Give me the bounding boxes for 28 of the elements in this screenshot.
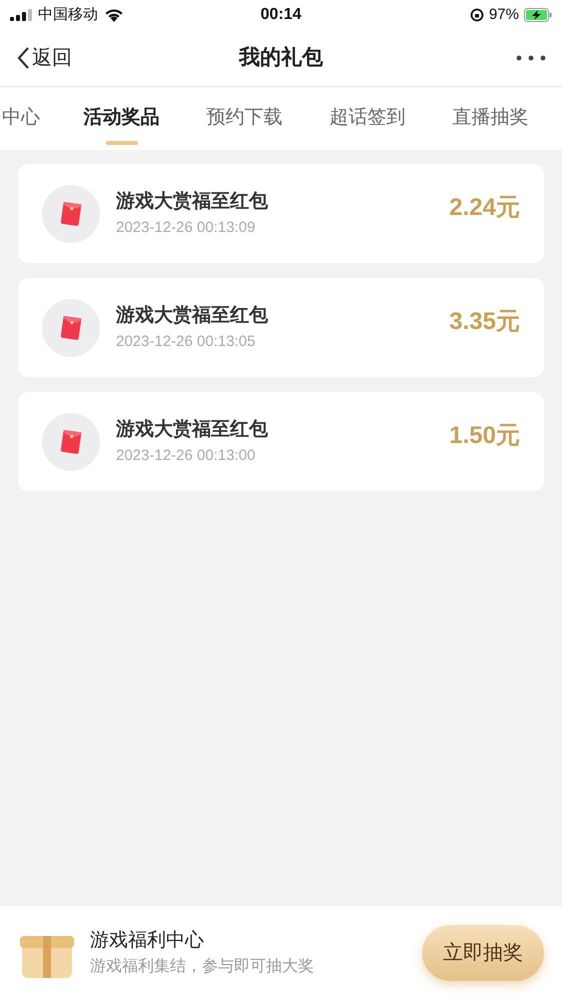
prize-name: 游戏大赏福至红包 <box>116 190 269 214</box>
prize-amount: 1.50元 <box>449 420 520 450</box>
battery-percent: 97% <box>488 4 519 25</box>
draw-now-button[interactable]: 立即抽奖 <box>422 925 544 981</box>
banner-subtitle: 游戏福利集结，参与即可抽大奖 <box>90 956 315 978</box>
back-button[interactable]: 返回 <box>16 43 96 73</box>
prize-time: 2023-12-26 00:13:00 <box>116 446 256 466</box>
prize-time: 2023-12-26 00:13:09 <box>116 218 256 238</box>
wifi-icon <box>104 8 124 22</box>
rotation-lock-icon <box>470 8 484 22</box>
more-icon <box>516 55 546 61</box>
signal-icon <box>10 9 32 21</box>
carrier-name: 中国移动 <box>38 4 98 25</box>
prize-time: 2023-12-26 00:13:05 <box>116 332 256 352</box>
page-title: 我的礼包 <box>239 45 323 72</box>
prize-amount: 2.24元 <box>449 192 520 222</box>
banner-title: 游戏福利中心 <box>90 928 205 953</box>
tab[interactable]: 超话签到 <box>306 87 429 144</box>
prize-name: 游戏大赏福至红包 <box>116 418 269 442</box>
tab[interactable]: 直播抽奖 <box>429 87 552 144</box>
prize-amount: 3.35元 <box>449 306 520 336</box>
tab[interactable]: 活动奖品 <box>60 87 183 144</box>
tab[interactable]: 预约下载 <box>183 87 306 144</box>
battery-charging-icon <box>524 8 552 22</box>
clock: 00:14 <box>260 5 302 25</box>
prize-name: 游戏大赏福至红包 <box>116 304 269 328</box>
tab[interactable]: 中心 <box>0 87 60 144</box>
back-chevron-icon <box>16 46 30 70</box>
